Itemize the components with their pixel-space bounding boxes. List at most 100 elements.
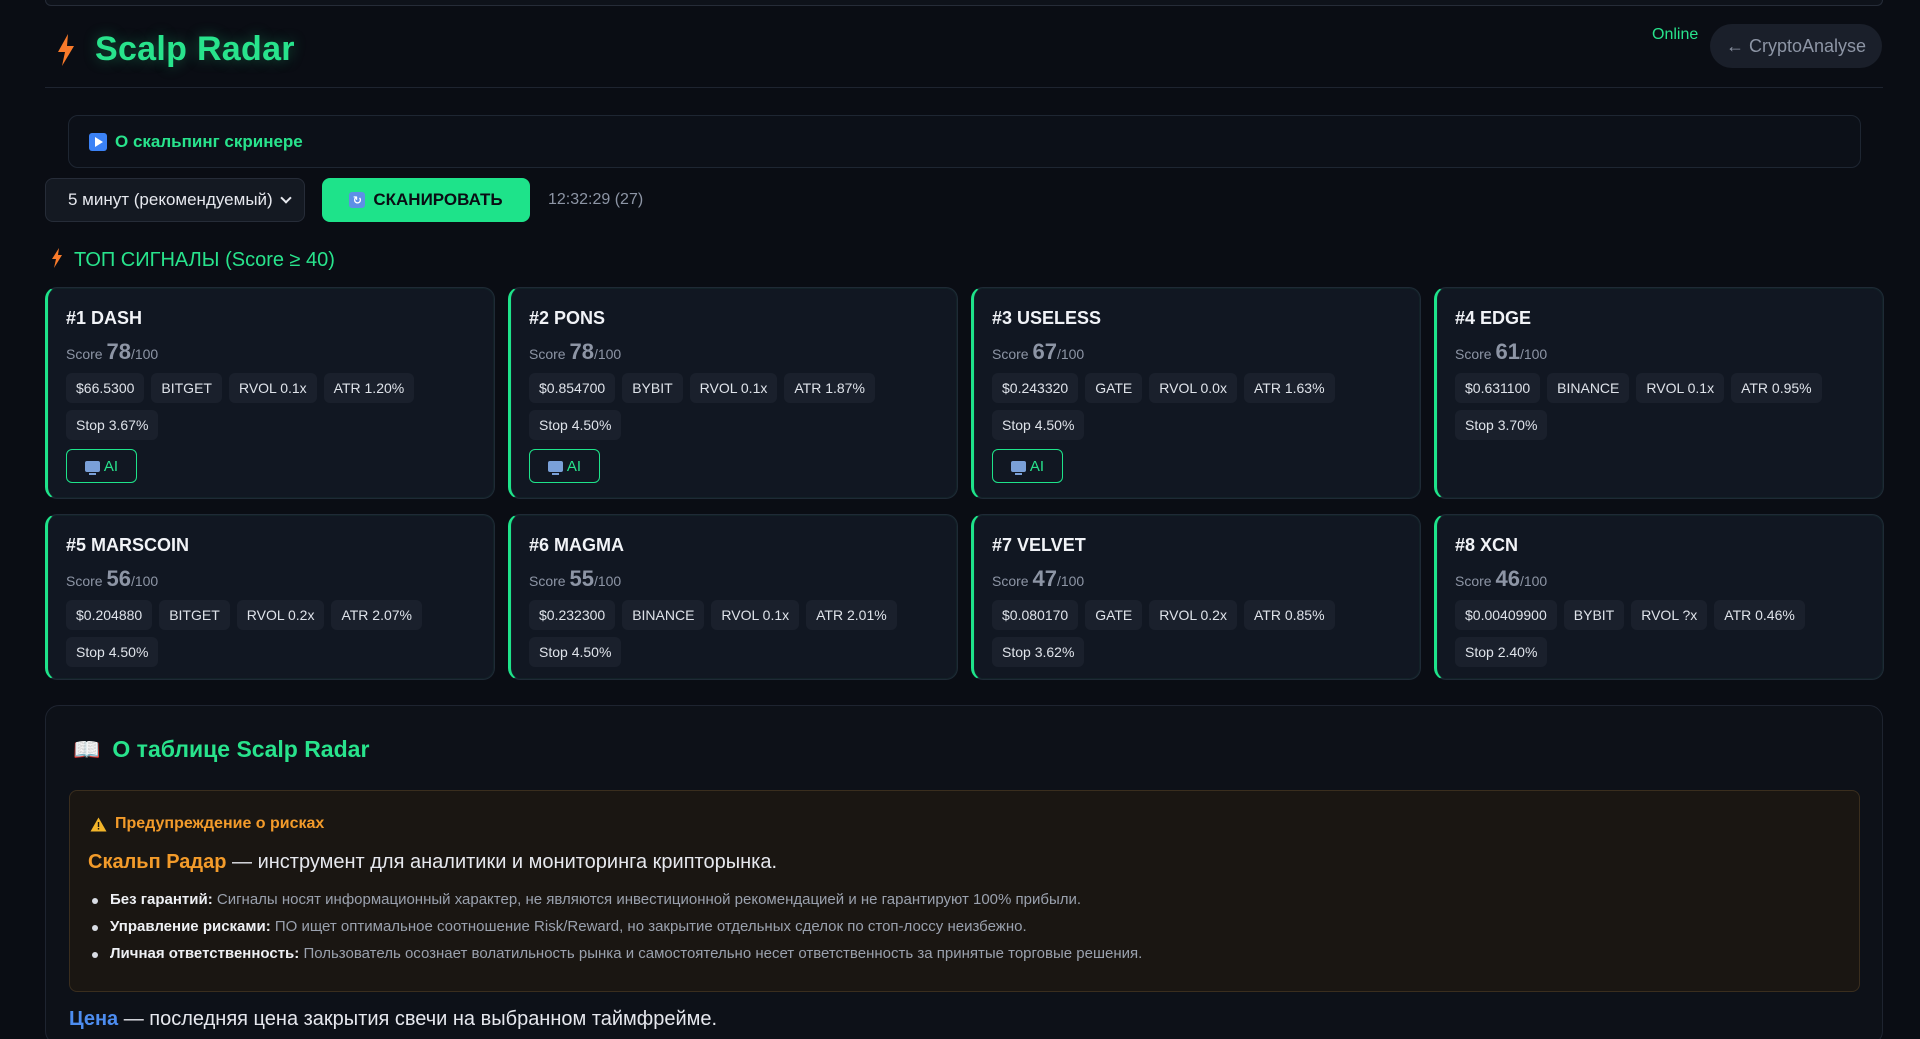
signal-score: Score 55/100	[529, 566, 939, 592]
signal-card[interactable]: #7 VELVET Score 47/100 $0.080170 GATE RVOL 0…	[971, 514, 1421, 680]
signals-grid: #1 DASH Score 78/100 $66.5300 BITGET RVOL 0.…	[45, 287, 1884, 680]
item-label: Управление рисками:	[110, 918, 271, 935]
signal-card[interactable]: #2 PONS Score 78/100 $0.854700 BYBIT RVOL 0.…	[508, 287, 958, 499]
list-item: Без гарантий: Сигналы носят информационн…	[91, 891, 1142, 908]
price-text: — последняя цена закрытия свечи на выбра…	[118, 1008, 718, 1030]
score-label: Score	[529, 573, 566, 589]
signal-title: #5 MARSCOIN	[66, 535, 190, 555]
item-text: Пользователь осознает волатильность рынк…	[299, 945, 1143, 962]
item-label: Личная ответственность:	[110, 945, 300, 962]
signal-title: #6 MAGMA	[529, 535, 625, 555]
timeframe-select[interactable]: 5 минут (рекомендуемый)	[45, 178, 305, 222]
price-chip: $0.080170	[992, 600, 1079, 630]
signal-metrics: $0.080170 GATE RVOL 0.2x ATR 0.85% Stop 3.62…	[992, 600, 1402, 667]
computer-icon	[1010, 460, 1026, 475]
ai-label: AI	[566, 457, 582, 475]
signal-metrics: $0.232300 BINANCE RVOL 0.1x ATR 2.01% Stop 4…	[529, 600, 939, 667]
signal-card[interactable]: #8 XCN Score 46/100 $0.00409900 BYBIT RVOL ?…	[1434, 514, 1884, 680]
exchange-chip: BITGET	[151, 373, 222, 403]
computer-icon	[547, 460, 563, 475]
signal-card[interactable]: #4 EDGE Score 61/100 $0.631100 BINANCE RVOL …	[1434, 287, 1884, 499]
score-value: 67	[1032, 339, 1057, 364]
score-suffix: /100	[130, 346, 159, 362]
ai-label: AI	[103, 457, 119, 475]
score-value: 47	[1032, 566, 1057, 591]
score-label: Score	[66, 346, 103, 362]
top-signals-title: ТОП СИГНАЛЫ (Score ≥ 40)	[74, 249, 335, 271]
play-icon	[89, 132, 107, 151]
atr-chip: ATR 0.85%	[1243, 600, 1335, 630]
score-label: Score	[1455, 573, 1492, 589]
exchange-chip: BYBIT	[622, 373, 683, 403]
status-online: Online	[1652, 26, 1699, 43]
score-value: 78	[569, 339, 594, 364]
rvol-chip: RVOL 0.1x	[689, 373, 778, 403]
price-chip: $0.232300	[529, 600, 616, 630]
ai-analysis-button[interactable]: AI	[992, 449, 1063, 483]
rvol-chip: RVOL ?x	[1631, 600, 1708, 630]
signal-score: Score 78/100	[66, 339, 476, 365]
rvol-chip: RVOL 0.1x	[711, 600, 800, 630]
about-screener-toggle[interactable]: О скальпинг скринере	[68, 115, 1861, 168]
ai-analysis-button[interactable]: AI	[66, 449, 137, 483]
about-header: 📖 О таблице Scalp Radar	[73, 736, 369, 763]
score-label: Score	[529, 346, 566, 362]
scan-button-label: СКАНИРОВАТЬ	[373, 190, 503, 209]
header: Scalp Radar Online ← CryptoAnalyse	[45, 10, 1883, 88]
exchange-chip: GATE	[1085, 373, 1143, 403]
score-suffix: /100	[1519, 573, 1548, 589]
signal-title: #3 USELESS	[992, 308, 1102, 328]
back-to-cryptoanalyse-button[interactable]: ← CryptoAnalyse	[1710, 24, 1882, 68]
exchange-chip: BINANCE	[622, 600, 705, 630]
stop-chip: Stop 3.70%	[1455, 410, 1548, 440]
signal-card[interactable]: #3 USELESS Score 67/100 $0.243320 GATE RVOL …	[971, 287, 1421, 499]
book-icon: 📖	[73, 736, 101, 762]
score-label: Score	[992, 573, 1029, 589]
exchange-chip: GATE	[1085, 600, 1143, 630]
lightning-icon	[55, 33, 77, 67]
warning-list: Без гарантий: Сигналы носят информационн…	[91, 891, 1143, 972]
score-value: 56	[106, 566, 131, 591]
list-item: Управление рисками: ПО ищет оптимальное …	[91, 918, 1142, 935]
item-text: ПО ищет оптимальное соотношение Risk/Rew…	[270, 918, 1027, 935]
top-signals-header: ТОП СИГНАЛЫ (Score ≥ 40)	[50, 247, 335, 274]
price-chip: $66.5300	[66, 373, 145, 403]
about-panel: 📖 О таблице Scalp Radar Предупреждение о…	[45, 705, 1883, 1039]
warning-icon	[90, 817, 107, 831]
signal-title: #8 XCN	[1455, 535, 1519, 555]
score-suffix: /100	[130, 573, 159, 589]
chevron-down-icon	[280, 192, 292, 204]
stop-chip: Stop 4.50%	[529, 410, 622, 440]
signal-title: #4 EDGE	[1455, 308, 1532, 328]
intro-text: — инструмент для аналитики и мониторинга…	[226, 851, 778, 873]
warning-intro: Скальп Радар — инструмент для аналитики …	[88, 851, 777, 874]
signal-card[interactable]: #6 MAGMA Score 55/100 $0.232300 BINANCE RVOL…	[508, 514, 958, 680]
app-title: Scalp Radar	[95, 30, 295, 68]
stop-chip: Stop 3.62%	[992, 637, 1085, 667]
item-text: Сигналы носят информационный характер, н…	[212, 891, 1082, 908]
signal-metrics: $0.854700 BYBIT RVOL 0.1x ATR 1.87% Stop 4.5…	[529, 373, 939, 440]
score-value: 61	[1495, 339, 1520, 364]
exchange-chip: BITGET	[159, 600, 230, 630]
computer-icon	[84, 460, 100, 475]
signal-score: Score 67/100	[992, 339, 1402, 365]
score-suffix: /100	[593, 346, 622, 362]
signal-title: #1 DASH	[66, 308, 143, 328]
atr-chip: ATR 1.87%	[784, 373, 875, 403]
ai-analysis-button[interactable]: AI	[529, 449, 600, 483]
atr-chip: ATR 2.01%	[806, 600, 897, 630]
atr-chip: ATR 0.46%	[1714, 600, 1805, 630]
scan-button[interactable]: ↻ СКАНИРОВАТЬ	[322, 178, 530, 222]
signal-card[interactable]: #1 DASH Score 78/100 $66.5300 BITGET RVOL 0.…	[45, 287, 495, 499]
signal-score: Score 47/100	[992, 566, 1402, 592]
signal-metrics: $0.631100 BINANCE RVOL 0.1x ATR 0.95% Stop 3…	[1455, 373, 1865, 440]
timeframe-value: 5 минут (рекомендуемый)	[68, 190, 273, 209]
rvol-chip: RVOL 0.1x	[1636, 373, 1725, 403]
signal-metrics: $0.243320 GATE RVOL 0.0x ATR 1.63% Stop 4.50…	[992, 373, 1402, 440]
item-label: Без гарантий:	[110, 891, 213, 908]
signal-metrics: $0.204880 BITGET RVOL 0.2x ATR 2.07% Stop 4.…	[66, 600, 476, 667]
signal-card[interactable]: #5 MARSCOIN Score 56/100 $0.204880 BITGET RV…	[45, 514, 495, 680]
score-label: Score	[992, 346, 1029, 362]
price-definition: Цена — последняя цена закрытия свечи на …	[69, 1008, 717, 1031]
atr-chip: ATR 1.63%	[1243, 373, 1335, 403]
